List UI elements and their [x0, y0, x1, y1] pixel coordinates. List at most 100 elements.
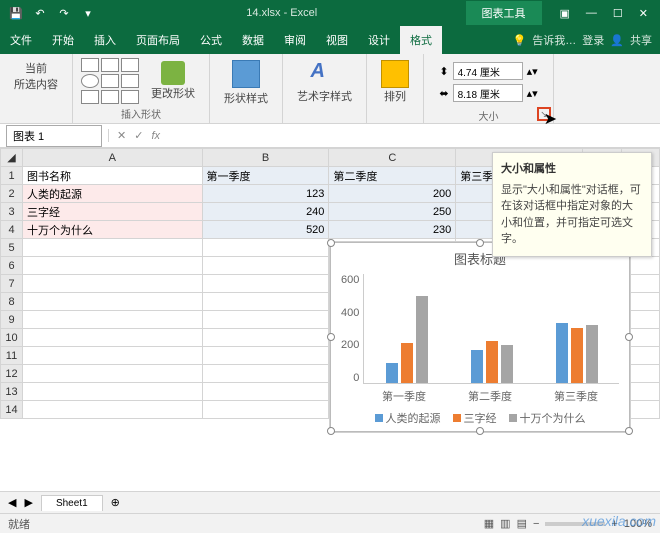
cell[interactable] [202, 275, 329, 293]
cell[interactable]: 200 [329, 185, 456, 203]
qat-more-icon[interactable]: ▾ [78, 3, 98, 23]
resize-handle[interactable] [327, 333, 335, 341]
tell-me-icon[interactable]: 💡 [513, 34, 527, 47]
cell[interactable] [23, 239, 203, 257]
cell[interactable] [23, 311, 203, 329]
row-header[interactable]: 2 [1, 185, 23, 203]
resize-handle[interactable] [625, 427, 633, 435]
col-header[interactable]: A [23, 149, 203, 167]
name-box[interactable]: 图表 1 [6, 125, 102, 147]
zoom-out-icon[interactable]: − [533, 518, 539, 530]
cell[interactable] [202, 329, 329, 347]
cell[interactable] [23, 275, 203, 293]
chart-plot[interactable]: 6004002000 [331, 274, 629, 384]
cell[interactable]: 人类的起源 [23, 185, 203, 203]
view-break-icon[interactable]: ▤ [517, 517, 527, 530]
view-layout-icon[interactable]: ▥ [500, 517, 510, 530]
tab-view[interactable]: 视图 [316, 26, 358, 54]
cell[interactable] [202, 365, 329, 383]
resize-handle[interactable] [625, 333, 633, 341]
cell[interactable] [202, 293, 329, 311]
resize-handle[interactable] [327, 427, 335, 435]
col-header[interactable]: C [329, 149, 456, 167]
size-dialog-launcher[interactable]: ↘ ➤ [537, 107, 551, 121]
resize-handle[interactable] [327, 239, 335, 247]
cell[interactable] [23, 401, 203, 419]
cell[interactable]: 三字经 [23, 203, 203, 221]
change-shape-button[interactable]: 更改形状 [145, 59, 201, 103]
row-header[interactable]: 4 [1, 221, 23, 239]
tab-formula[interactable]: 公式 [190, 26, 232, 54]
cell[interactable]: 第一季度 [202, 167, 329, 185]
row-header[interactable]: 11 [1, 347, 23, 365]
cell[interactable] [23, 383, 203, 401]
height-input[interactable] [453, 62, 523, 80]
shape-styles-button[interactable]: 形状样式 [218, 58, 274, 108]
redo-icon[interactable]: ↷ [54, 3, 74, 23]
resize-handle[interactable] [476, 427, 484, 435]
shapes-gallery[interactable] [81, 58, 139, 104]
bars-area[interactable] [363, 274, 619, 384]
cell[interactable] [23, 347, 203, 365]
tell-me[interactable]: 告诉我… [532, 32, 576, 48]
tab-layout[interactable]: 页面布局 [126, 26, 190, 54]
wordart-button[interactable]: A 艺术字样式 [291, 58, 358, 106]
maximize-icon[interactable]: ☐ [613, 7, 623, 20]
current-selection-button[interactable]: 当前 所选内容 [8, 58, 64, 94]
row-header[interactable]: 14 [1, 401, 23, 419]
select-all[interactable]: ◢ [1, 149, 23, 167]
minimize-icon[interactable]: — [586, 7, 597, 20]
row-header[interactable]: 10 [1, 329, 23, 347]
cell[interactable] [202, 383, 329, 401]
stepper-icon[interactable]: ▴▾ [527, 87, 538, 100]
tab-review[interactable]: 审阅 [274, 26, 316, 54]
close-icon[interactable]: ✕ [639, 7, 648, 20]
row-header[interactable]: 7 [1, 275, 23, 293]
cell[interactable] [202, 401, 329, 419]
row-header[interactable]: 12 [1, 365, 23, 383]
cell[interactable] [202, 239, 329, 257]
row-header[interactable]: 5 [1, 239, 23, 257]
resize-handle[interactable] [476, 239, 484, 247]
share[interactable]: 共享 [630, 32, 652, 48]
ribbon-opts-icon[interactable]: ▣ [560, 7, 570, 20]
cell[interactable] [23, 257, 203, 275]
cell[interactable]: 230 [329, 221, 456, 239]
prev-sheet-icon[interactable]: ◀ [8, 496, 16, 509]
tab-format[interactable]: 格式 [400, 26, 442, 54]
save-icon[interactable]: 💾 [6, 3, 26, 23]
col-header[interactable]: B [202, 149, 329, 167]
tab-data[interactable]: 数据 [232, 26, 274, 54]
row-header[interactable]: 8 [1, 293, 23, 311]
login[interactable]: 登录 [582, 32, 604, 48]
cell[interactable]: 240 [202, 203, 329, 221]
tab-insert[interactable]: 插入 [84, 26, 126, 54]
view-normal-icon[interactable]: ▦ [484, 517, 494, 530]
cell[interactable] [23, 293, 203, 311]
fx-cancel-icon[interactable]: ✕ [117, 129, 126, 142]
cell[interactable] [23, 329, 203, 347]
fx-enter-icon[interactable]: ✓ [134, 129, 143, 142]
tab-design[interactable]: 设计 [358, 26, 400, 54]
fx-icon[interactable]: fx [151, 130, 160, 142]
width-input[interactable] [453, 84, 523, 102]
cell[interactable] [202, 311, 329, 329]
row-header[interactable]: 3 [1, 203, 23, 221]
undo-icon[interactable]: ↶ [30, 3, 50, 23]
cell[interactable] [23, 365, 203, 383]
cell[interactable]: 520 [202, 221, 329, 239]
cell[interactable]: 十万个为什么 [23, 221, 203, 239]
tab-file[interactable]: 文件 [0, 26, 42, 54]
cell[interactable]: 第二季度 [329, 167, 456, 185]
sheet-tab[interactable]: Sheet1 [41, 495, 103, 511]
row-header[interactable]: 13 [1, 383, 23, 401]
next-sheet-icon[interactable]: ▶ [24, 496, 32, 509]
cell[interactable]: 图书名称 [23, 167, 203, 185]
cell[interactable]: 123 [202, 185, 329, 203]
row-header[interactable]: 1 [1, 167, 23, 185]
tab-home[interactable]: 开始 [42, 26, 84, 54]
row-header[interactable]: 9 [1, 311, 23, 329]
stepper-icon[interactable]: ▴▾ [527, 65, 538, 78]
cell[interactable] [202, 257, 329, 275]
cell[interactable]: 250 [329, 203, 456, 221]
